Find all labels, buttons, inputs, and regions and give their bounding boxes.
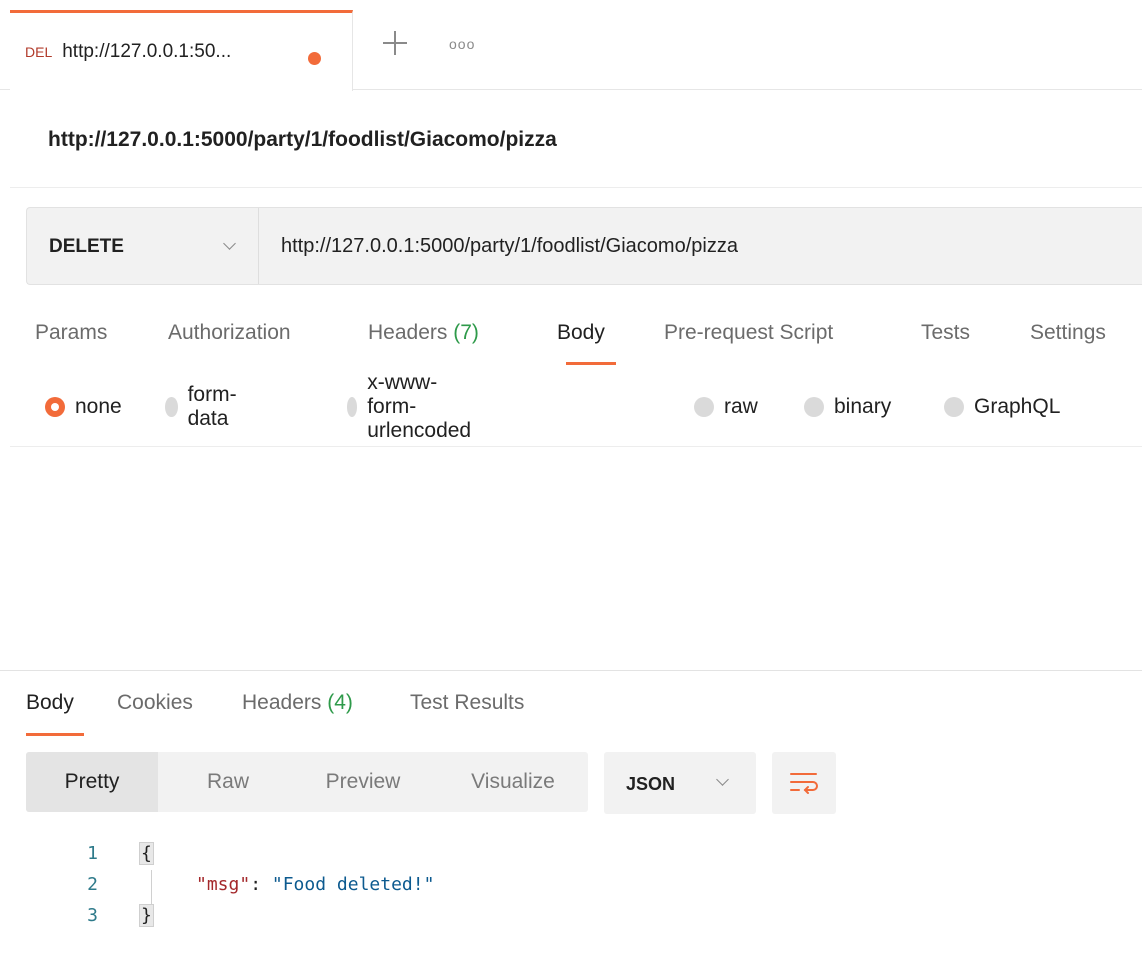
tab-params[interactable]: Params xyxy=(35,321,107,345)
response-tab-cookies[interactable]: Cookies xyxy=(117,691,193,715)
tab-tests[interactable]: Tests xyxy=(921,321,970,345)
radio-label: binary xyxy=(834,395,892,418)
active-tab-indicator xyxy=(566,362,616,365)
response-tab-test-results[interactable]: Test Results xyxy=(410,691,524,715)
request-tab[interactable]: DEL http://127.0.0.1:50... xyxy=(10,10,353,91)
code-line: 3 } xyxy=(0,900,700,930)
json-separator: : xyxy=(250,874,272,895)
chevron-down-icon xyxy=(716,773,729,786)
response-tab-headers-count: (4) xyxy=(327,691,353,714)
radio-graphql[interactable]: GraphQL xyxy=(944,395,1060,419)
radio-raw[interactable]: raw xyxy=(694,395,758,419)
radio-icon xyxy=(694,397,714,417)
request-title[interactable]: http://127.0.0.1:5000/party/1/foodlist/G… xyxy=(48,128,557,152)
radio-icon xyxy=(165,397,178,417)
format-select[interactable]: JSON xyxy=(604,752,756,814)
tab-title: http://127.0.0.1:50... xyxy=(62,41,232,62)
json-string-value: "Food deleted!" xyxy=(271,874,435,895)
response-tab-headers[interactable]: Headers (4) xyxy=(242,691,353,715)
active-response-tab-indicator xyxy=(26,733,84,736)
radio-label: raw xyxy=(724,395,758,418)
divider xyxy=(10,446,1142,447)
radio-form-data[interactable]: form-data xyxy=(165,383,244,430)
postman-window: DEL http://127.0.0.1:50... ooo http://12… xyxy=(0,0,1142,958)
tab-strip: DEL http://127.0.0.1:50... ooo xyxy=(0,0,1142,91)
tab-headers[interactable]: Headers (7) xyxy=(368,321,479,345)
radio-label: x-www-form-urlencoded xyxy=(367,371,472,442)
json-key: "msg" xyxy=(196,874,251,895)
radio-label: none xyxy=(75,395,122,418)
tab-settings[interactable]: Settings xyxy=(1030,321,1106,345)
format-label: JSON xyxy=(626,774,676,794)
radio-icon xyxy=(347,397,358,417)
radio-label: GraphQL xyxy=(974,395,1061,418)
more-tabs-icon[interactable]: ooo xyxy=(449,36,475,52)
tab-authorization[interactable]: Authorization xyxy=(168,321,291,345)
json-close-brace[interactable]: } xyxy=(139,904,154,927)
tab-body[interactable]: Body xyxy=(557,321,605,345)
url-bar: DELETE http://127.0.0.1:5000/party/1/foo… xyxy=(26,207,1142,285)
view-mode-switch: Pretty Raw Preview Visualize xyxy=(26,752,588,812)
line-number: 3 xyxy=(87,905,98,926)
tab-method-badge: DEL xyxy=(25,44,53,60)
json-open-brace[interactable]: { xyxy=(139,842,154,865)
response-tab-body[interactable]: Body xyxy=(26,691,74,715)
view-preview-button[interactable]: Preview xyxy=(288,752,438,812)
method-select[interactable]: DELETE xyxy=(27,208,259,284)
tab-pre-request-script[interactable]: Pre-request Script xyxy=(664,321,833,345)
chevron-down-icon xyxy=(223,237,236,250)
code-line: 1 { xyxy=(0,838,700,868)
radio-icon xyxy=(944,397,964,417)
radio-urlencoded[interactable]: x-www-form-urlencoded xyxy=(347,371,481,442)
code-line: 2 "msg": "Food deleted!" xyxy=(0,869,700,899)
line-number: 2 xyxy=(87,874,98,895)
wrap-lines-icon xyxy=(790,773,818,794)
radio-selected-icon xyxy=(45,397,65,417)
plus-icon[interactable] xyxy=(380,28,410,58)
line-number: 1 xyxy=(87,843,98,864)
tab-headers-label: Headers xyxy=(368,321,448,344)
url-input[interactable]: http://127.0.0.1:5000/party/1/foodlist/G… xyxy=(281,235,738,258)
response-tab-headers-label: Headers xyxy=(242,691,322,714)
view-raw-button[interactable]: Raw xyxy=(168,752,288,812)
unsaved-dot-icon[interactable] xyxy=(308,52,321,65)
radio-icon xyxy=(804,397,824,417)
view-pretty-button[interactable]: Pretty xyxy=(26,752,158,812)
divider xyxy=(10,187,1142,188)
radio-none[interactable]: none xyxy=(45,395,122,419)
view-visualize-button[interactable]: Visualize xyxy=(438,752,588,812)
radio-label: form-data xyxy=(187,383,237,430)
method-label: DELETE xyxy=(49,236,124,257)
radio-binary[interactable]: binary xyxy=(804,395,891,419)
wrap-lines-button[interactable] xyxy=(772,752,836,814)
response-pane-divider[interactable] xyxy=(0,670,1142,671)
tab-headers-count: (7) xyxy=(453,321,479,344)
